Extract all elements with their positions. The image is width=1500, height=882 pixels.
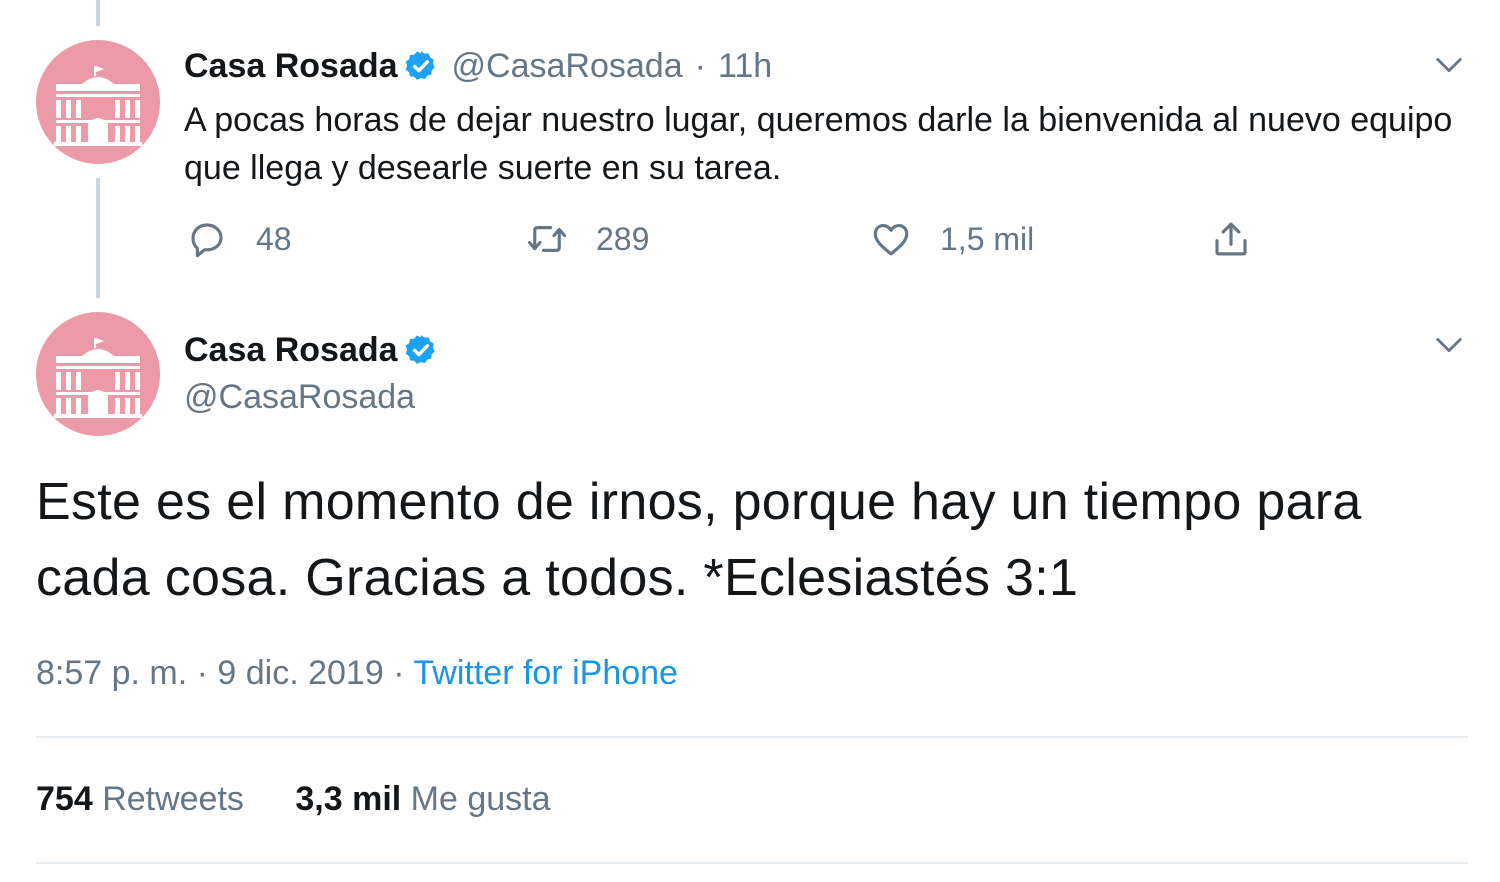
verified-badge-icon xyxy=(405,51,435,80)
retweets-stat[interactable]: 754 Retweets xyxy=(36,780,253,818)
handle[interactable]: @CasaRosada xyxy=(184,378,415,417)
likes-count: 3,3 mil xyxy=(295,780,402,818)
reply-count: 48 xyxy=(256,220,292,257)
tweet-source-link[interactable]: Twitter for iPhone xyxy=(413,654,678,692)
chevron-down-icon[interactable] xyxy=(1432,48,1466,82)
share-button[interactable] xyxy=(1210,218,1252,260)
header-separator: · xyxy=(694,46,706,85)
building-logo-icon xyxy=(54,66,142,146)
meta-separator: · xyxy=(393,654,405,692)
main-tweet-text: Este es el momento de irnos, porque hay … xyxy=(36,473,1362,607)
tweet-metadata: 8:57 p. m. · 9 dic. 2019 · Twitter for i… xyxy=(36,654,678,693)
tweet-time[interactable]: 11h xyxy=(718,47,772,86)
retweets-label: Retweets xyxy=(102,780,244,818)
handle[interactable]: @CasaRosada xyxy=(452,47,683,86)
avatar[interactable] xyxy=(36,40,160,164)
reply-tweet-text: A pocas horas de dejar nuestro lugar, qu… xyxy=(184,101,1453,187)
tweet-timestamp[interactable]: 8:57 p. m. · 9 dic. 2019 xyxy=(36,654,384,692)
retweet-count: 289 xyxy=(596,220,650,257)
avatar[interactable] xyxy=(36,312,160,436)
tweet-stats: 754 Retweets 3,3 mil Me gusta xyxy=(36,780,551,819)
main-tweet-name-row: Casa Rosada xyxy=(184,328,438,372)
reply-icon xyxy=(191,223,223,258)
reply-button[interactable]: 48 xyxy=(186,218,292,260)
divider xyxy=(36,736,1468,738)
like-button[interactable]: 1,5 mil xyxy=(870,218,1034,260)
thread-line-connector xyxy=(96,178,100,298)
retweets-count: 754 xyxy=(36,780,93,818)
reply-tweet-header: Casa Rosada @CasaRosada · 11h xyxy=(184,44,772,88)
retweet-icon xyxy=(527,226,567,252)
thread-line-top xyxy=(96,0,100,26)
verified-badge-icon xyxy=(405,335,435,364)
chevron-down-icon[interactable] xyxy=(1432,328,1466,362)
like-icon xyxy=(873,223,909,256)
like-count: 1,5 mil xyxy=(940,220,1035,257)
display-name[interactable]: Casa Rosada xyxy=(184,47,398,86)
building-logo-icon xyxy=(54,338,142,418)
display-name[interactable]: Casa Rosada xyxy=(184,331,398,370)
divider xyxy=(36,862,1468,864)
likes-stat[interactable]: 3,3 mil Me gusta xyxy=(295,780,550,818)
likes-label: Me gusta xyxy=(410,780,551,818)
share-icon xyxy=(1215,222,1247,256)
retweet-button[interactable]: 289 xyxy=(526,218,649,260)
